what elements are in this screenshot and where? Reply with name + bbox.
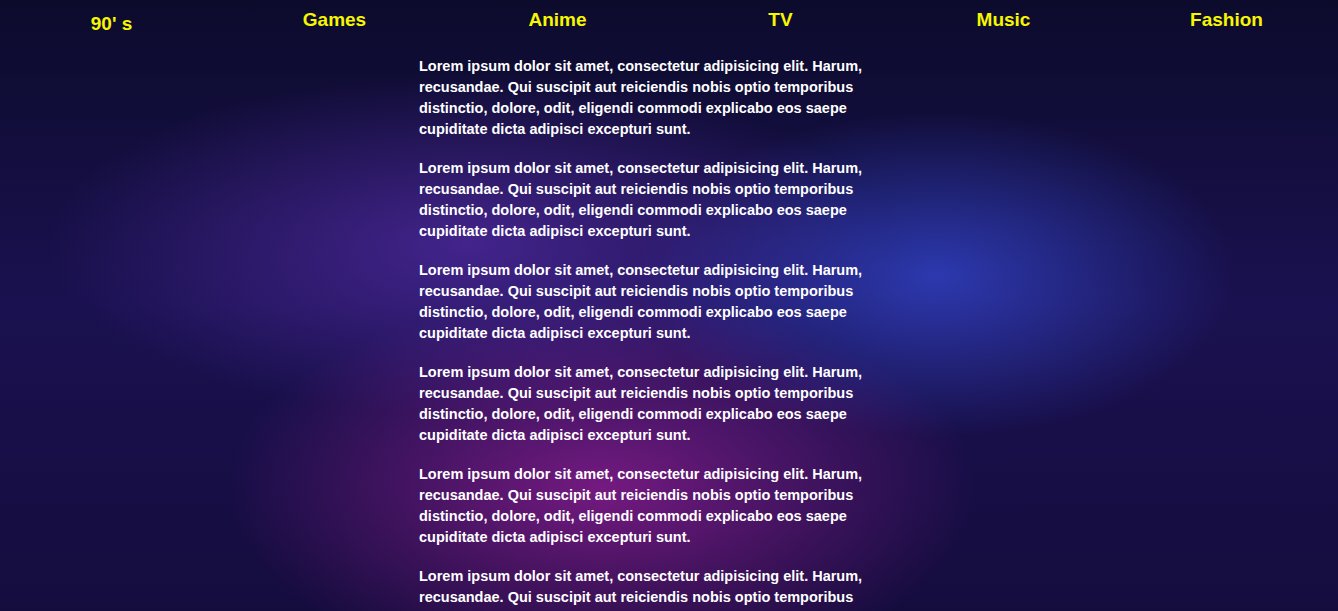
content: Lorem ipsum dolor sit amet, consectetur …	[419, 56, 891, 611]
top-nav: 90' sGamesAnimeTVMusicFashion	[0, 0, 1338, 36]
logo-link[interactable]: 90' s	[0, 8, 223, 36]
nav-link[interactable]: Games	[223, 8, 446, 36]
paragraph: Lorem ipsum dolor sit amet, consectetur …	[419, 464, 891, 548]
nav-link[interactable]: Music	[892, 8, 1115, 36]
paragraph: Lorem ipsum dolor sit amet, consectetur …	[419, 566, 891, 608]
paragraph: Lorem ipsum dolor sit amet, consectetur …	[419, 362, 891, 446]
nav-link[interactable]: Fashion	[1115, 8, 1338, 36]
page-background: 90' sGamesAnimeTVMusicFashion Lorem ipsum…	[0, 0, 1338, 611]
paragraph: Lorem ipsum dolor sit amet, consectetur …	[419, 260, 891, 344]
paragraph: Lorem ipsum dolor sit amet, consectetur …	[419, 56, 891, 140]
nav-link[interactable]: Anime	[446, 8, 669, 36]
paragraph: Lorem ipsum dolor sit amet, consectetur …	[419, 158, 891, 242]
nav-link[interactable]: TV	[669, 8, 892, 36]
